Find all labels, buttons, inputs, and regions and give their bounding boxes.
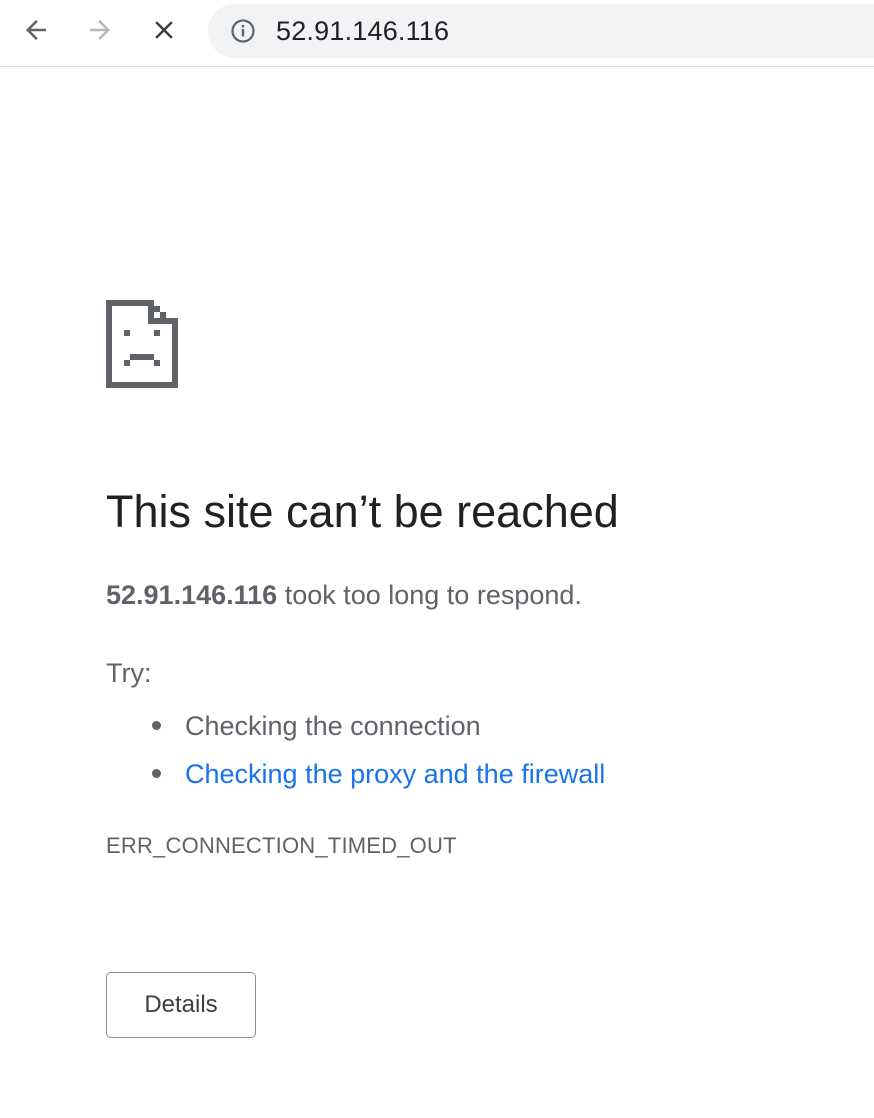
suggestion-item: Checking the proxy and the firewall: [106, 750, 605, 798]
try-label: Try:: [106, 658, 152, 688]
sad-page-icon: [106, 300, 178, 388]
browser-toolbar: 52.91.146.116: [0, 0, 874, 67]
error-code: ERR_CONNECTION_TIMED_OUT: [106, 833, 457, 858]
info-circle-icon[interactable]: [230, 18, 256, 44]
forward-button[interactable]: [80, 10, 120, 50]
address-url: 52.91.146.116: [276, 16, 450, 46]
stop-loading-button[interactable]: [144, 10, 184, 50]
suggestion-proxy-firewall-link[interactable]: Checking the proxy and the firewall: [185, 759, 605, 789]
bullet-icon: [152, 721, 161, 730]
address-bar[interactable]: 52.91.146.116: [208, 4, 874, 58]
suggestion-item: Checking the connection: [106, 702, 605, 750]
close-icon: [155, 21, 173, 39]
error-heading: This site can’t be reached: [106, 486, 619, 537]
error-description: 52.91.146.116 took too long to respond.: [106, 576, 582, 614]
arrow-left-icon: [26, 20, 46, 40]
suggestions-list: Checking the connection Checking the pro…: [106, 702, 605, 798]
back-button[interactable]: [16, 10, 56, 50]
error-host: 52.91.146.116: [106, 580, 278, 610]
arrow-right-icon: [90, 20, 110, 40]
suggestion-check-connection: Checking the connection: [185, 711, 481, 741]
details-button[interactable]: Details: [106, 972, 256, 1038]
error-message: took too long to respond.: [277, 580, 582, 610]
bullet-icon: [152, 769, 161, 778]
